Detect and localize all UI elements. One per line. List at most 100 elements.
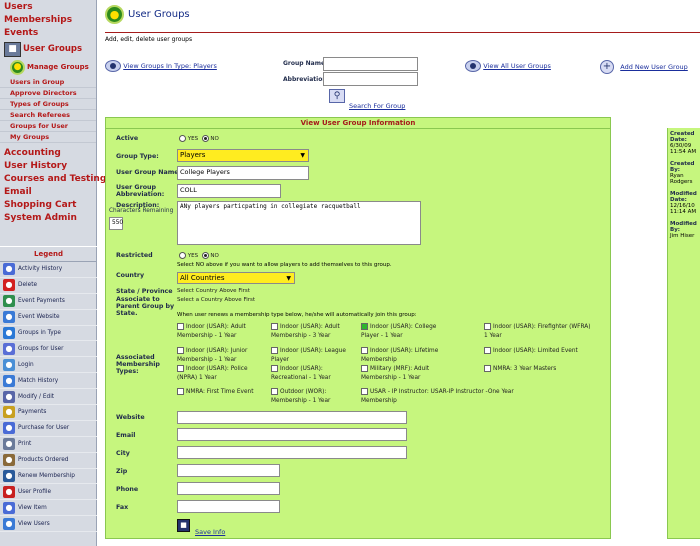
membership-checkbox[interactable] (484, 347, 491, 354)
groups-user-icon: ● (3, 342, 15, 355)
eye-icon (105, 60, 121, 72)
membership-checkbox[interactable] (177, 365, 184, 372)
nav-email[interactable]: Email (0, 186, 96, 199)
active-no-radio[interactable] (201, 135, 209, 142)
eye-icon (465, 60, 481, 72)
membership-checkbox[interactable] (177, 323, 184, 330)
membership-option[interactable]: USAR - IP Instructor: USAR-IP Instructor… (361, 388, 521, 406)
parent-group-label: Associate to Parent Group by State. (116, 296, 175, 317)
add-icon: + (600, 60, 614, 74)
membership-checkbox[interactable] (271, 323, 278, 330)
fax-field[interactable] (177, 500, 280, 513)
restricted-yes-radio[interactable] (179, 252, 186, 259)
chars-remaining-label: Characters Remaining (109, 208, 174, 214)
legend-item-label: Purchase for User (18, 425, 70, 432)
manage-groups-icon: ● (10, 60, 25, 75)
legend-item: ● View Item (0, 500, 97, 517)
membership-option[interactable]: Outdoor (WOR): Membership - 1 Year (271, 388, 359, 406)
membership-option[interactable]: Indoor (USAR): Junior Membership - 1 Yea… (177, 347, 265, 365)
website-field[interactable] (177, 411, 407, 424)
add-new-group-link[interactable]: + Add New User Group (600, 60, 688, 74)
state-label: State / Province (116, 288, 173, 295)
membership-checkbox[interactable] (484, 323, 491, 330)
legend-item-label: Print (18, 441, 32, 448)
membership-checkbox[interactable] (361, 365, 368, 372)
legend-item: ● User Profile (0, 484, 97, 501)
active-no-label: NO (210, 136, 219, 142)
save-info-button[interactable]: Save Info (195, 528, 225, 536)
membership-checkbox[interactable] (361, 388, 368, 395)
legend-item: ● Match History (0, 373, 97, 390)
legend-item: ● Login (0, 357, 97, 374)
group-abbr-field[interactable]: COLL (177, 184, 281, 198)
search-group-button[interactable]: Search For Group (349, 102, 405, 110)
nav-system-admin[interactable]: System Admin (0, 212, 96, 225)
membership-option[interactable]: Indoor (USAR): College Player - 1 Year (361, 323, 449, 341)
group-type-select[interactable]: Players (177, 149, 309, 162)
legend-item: ● Activity History (0, 262, 97, 278)
nav-user-history[interactable]: User History (0, 160, 96, 173)
membership-checkbox[interactable] (271, 365, 278, 372)
membership-option[interactable]: Indoor (USAR): Firefighter (WFRA) 1 Year (484, 323, 594, 341)
membership-option[interactable]: NMRA: 3 Year Masters (484, 365, 594, 374)
membership-option[interactable]: NMRA: First Time Event (177, 388, 265, 397)
membership-label: Indoor (USAR): Recreational - 1 Year (271, 366, 331, 381)
nav-accounting[interactable]: Accounting (0, 147, 96, 160)
membership-option[interactable]: Indoor (USAR): Recreational - 1 Year (271, 365, 359, 383)
nav-approve-directors[interactable]: Approve Directors (0, 88, 96, 99)
nav-shopping-cart[interactable]: Shopping Cart (0, 199, 96, 212)
sidebar: Users Memberships Events ■ User Groups ●… (0, 0, 106, 546)
nav-types-of-groups[interactable]: Types of Groups (0, 99, 96, 110)
view-all-groups-link[interactable]: View All User Groups (465, 60, 551, 72)
nav-search-referees[interactable]: Search Referees (0, 110, 96, 121)
membership-option[interactable]: Indoor (USAR): Adult Membership - 1 Year (177, 323, 265, 341)
profile-icon: ● (3, 485, 15, 498)
membership-option[interactable]: Indoor (USAR): Police (NPRA) 1 Year (177, 365, 265, 383)
nav-manage-groups[interactable]: ● Manage Groups (10, 60, 96, 75)
zip-field[interactable] (177, 464, 280, 477)
membership-checkbox[interactable] (361, 323, 368, 330)
membership-option[interactable]: Indoor (USAR): League Player (271, 347, 359, 365)
membership-checkbox[interactable] (484, 365, 491, 372)
group-name-field[interactable]: College Players (177, 166, 309, 180)
membership-option[interactable]: Indoor (USAR): Limited Event (484, 347, 594, 356)
nav-courses-testing[interactable]: Courses and Testing (0, 173, 106, 186)
membership-option[interactable]: Indoor (USAR): Adult Membership - 3 Year (271, 323, 359, 341)
legend-item: ● Event Payments (0, 294, 97, 310)
nav-users[interactable]: Users (0, 1, 96, 14)
restricted-label: Restricted (116, 252, 153, 259)
chars-remaining-field: 550 (109, 217, 123, 230)
nav-memberships[interactable]: Memberships (0, 14, 96, 27)
membership-checkbox[interactable] (271, 347, 278, 354)
active-yes-radio[interactable] (179, 135, 186, 142)
membership-checkbox[interactable] (271, 388, 278, 395)
abbreviation-search-input[interactable] (323, 72, 418, 86)
phone-label: Phone (116, 486, 139, 493)
email-field[interactable] (177, 428, 407, 441)
modified-by-label: Modified By: (670, 221, 697, 233)
membership-checkbox[interactable] (361, 347, 368, 354)
city-field[interactable] (177, 446, 407, 459)
website-icon: ● (3, 311, 15, 324)
description-textarea[interactable]: ANy players particpating in collegiate r… (177, 201, 421, 245)
membership-option[interactable]: Military (MRF): Adult Membership - 1 Yea… (361, 365, 449, 383)
nav-user-groups-label: User Groups (23, 44, 83, 54)
purchase-icon: ● (3, 422, 15, 435)
nav-groups-for-user[interactable]: Groups for User (0, 121, 96, 132)
group-name-search-input[interactable] (323, 57, 418, 71)
membership-checkbox[interactable] (177, 388, 184, 395)
restricted-no-radio[interactable] (201, 252, 209, 259)
nav-events[interactable]: Events (0, 27, 96, 40)
legend-item: ● View Users (0, 516, 97, 533)
nav-users-in-group[interactable]: Users in Group (0, 77, 96, 88)
country-select[interactable]: All Countries (177, 272, 295, 284)
search-icon[interactable]: ⚲ (329, 89, 345, 103)
phone-field[interactable] (177, 482, 280, 495)
membership-checkbox[interactable] (177, 347, 184, 354)
state-text: Select Country Above First (177, 288, 250, 294)
view-in-type-link[interactable]: View Groups In Type: Players (105, 60, 217, 72)
nav-user-groups[interactable]: ■ User Groups (4, 42, 96, 57)
nav-my-groups[interactable]: My Groups (0, 132, 96, 143)
membership-option[interactable]: Indoor (USAR): Lifetime Membership (361, 347, 449, 365)
save-icon[interactable]: ■ (177, 519, 190, 532)
